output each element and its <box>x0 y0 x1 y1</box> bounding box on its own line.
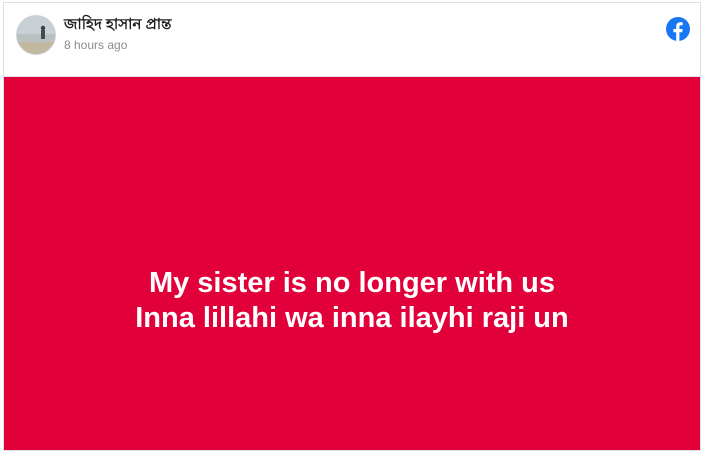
facebook-post-embed: জাহিদ হাসান প্রান্ত 8 hours ago My siste… <box>3 2 701 451</box>
post-text: My sister is no longer with us Inna lill… <box>135 266 569 336</box>
facebook-icon[interactable] <box>666 17 690 41</box>
post-text-line-1: My sister is no longer with us <box>148 266 556 299</box>
post-text-line-2: Inna lillahi wa inna ilayhi raji un <box>135 301 569 334</box>
author-name[interactable]: জাহিদ হাসান প্রান্ত <box>64 16 171 34</box>
post-header: জাহিদ হাসান প্রান্ত 8 hours ago <box>4 3 700 77</box>
author-avatar[interactable] <box>16 15 56 55</box>
post-content-card: My sister is no longer with us Inna lill… <box>4 77 700 450</box>
avatar-photo <box>17 16 55 54</box>
post-timestamp[interactable]: 8 hours ago <box>64 38 127 52</box>
